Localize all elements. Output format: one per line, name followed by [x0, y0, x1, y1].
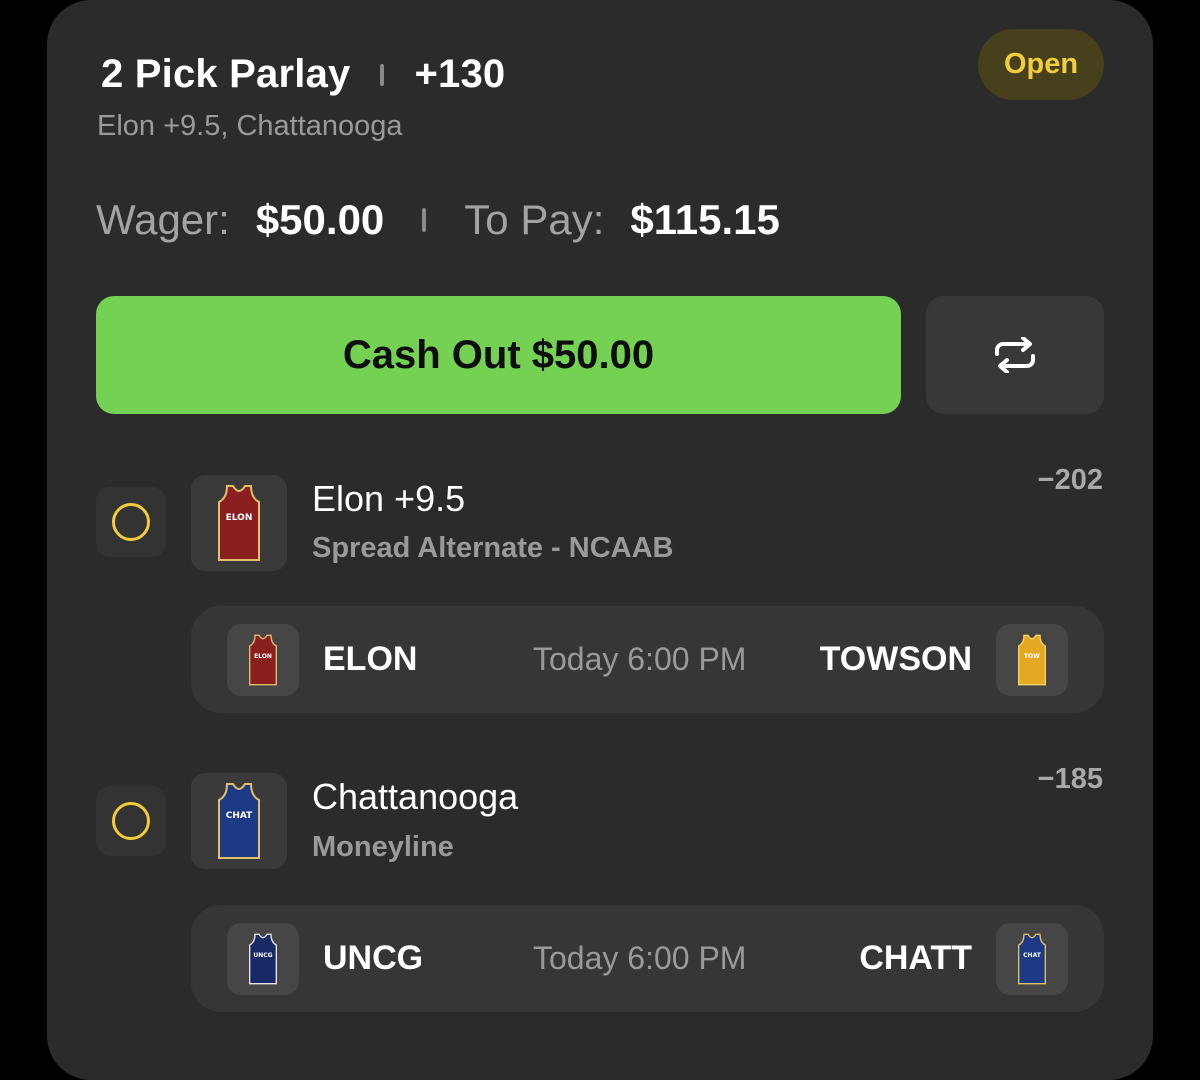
home-team: TOWSON [819, 640, 972, 678]
pick-market: Moneyline [312, 831, 454, 863]
game-time: Today 6:00 PM [533, 641, 747, 677]
jersey-icon: CHAT [1018, 933, 1046, 985]
to-pay-value: $115.15 [630, 196, 780, 243]
pick-odds: −202 [1037, 464, 1103, 496]
radio-circle-icon [112, 503, 150, 541]
jersey-icon-elon: ELON [218, 485, 260, 561]
matchup-row[interactable]: ELON ELON Today 6:00 PM TOWSON TOW [191, 606, 1104, 713]
jersey-text: CHAT [1023, 952, 1042, 959]
jersey-text: ELON [254, 653, 272, 660]
bet-subtitle: Elon +9.5, Chattanooga [97, 110, 403, 142]
pick-select-radio[interactable] [96, 786, 166, 856]
jersey-icon-chattanooga: CHAT [218, 783, 260, 859]
home-jersey-icon: TOW [996, 624, 1068, 696]
jersey-icon: TOW [1018, 634, 1046, 686]
pick-select-radio[interactable] [96, 487, 166, 557]
bet-header: 2 Pick Parlay +130 [101, 52, 505, 97]
status-badge: Open [978, 29, 1104, 100]
jersey-text: ELON [226, 513, 253, 523]
jersey-icon: CHAT [191, 773, 287, 869]
refresh-button[interactable] [926, 296, 1104, 414]
matchup-row[interactable]: UNCG UNCG Today 6:00 PM CHATT CHAT [191, 905, 1104, 1012]
away-jersey-icon: UNCG [227, 923, 299, 995]
pick-odds: −185 [1037, 763, 1103, 795]
away-jersey-icon: ELON [227, 624, 299, 696]
home-team: CHATT [859, 939, 972, 977]
cash-out-button[interactable]: Cash Out $50.00 [96, 296, 901, 414]
bet-odds: +130 [414, 52, 506, 96]
away-team: ELON [323, 640, 418, 678]
jersey-icon: UNCG [249, 933, 277, 985]
jersey-icon: ELON [249, 634, 277, 686]
home-jersey-icon: CHAT [996, 923, 1068, 995]
pick-market: Spread Alternate - NCAAB [312, 532, 674, 564]
wager-divider [422, 208, 427, 232]
wager-label: Wager: [96, 196, 230, 243]
to-pay-label: To Pay: [464, 196, 605, 243]
game-time: Today 6:00 PM [533, 940, 747, 976]
pick-name: Chattanooga [312, 776, 519, 817]
away-team: UNCG [323, 939, 424, 977]
radio-circle-icon [112, 802, 150, 840]
refresh-icon [995, 337, 1035, 373]
jersey-text: UNCG [253, 952, 272, 959]
wager-row: Wager: $50.00 To Pay: $115.15 [96, 196, 780, 244]
header-divider [380, 63, 385, 86]
jersey-text: CHAT [226, 811, 253, 821]
jersey-text: TOW [1024, 653, 1040, 660]
jersey-icon: ELON [191, 475, 287, 571]
pick-name: Elon +9.5 [312, 478, 466, 519]
bet-title: 2 Pick Parlay [101, 52, 351, 96]
wager-value: $50.00 [255, 196, 385, 243]
